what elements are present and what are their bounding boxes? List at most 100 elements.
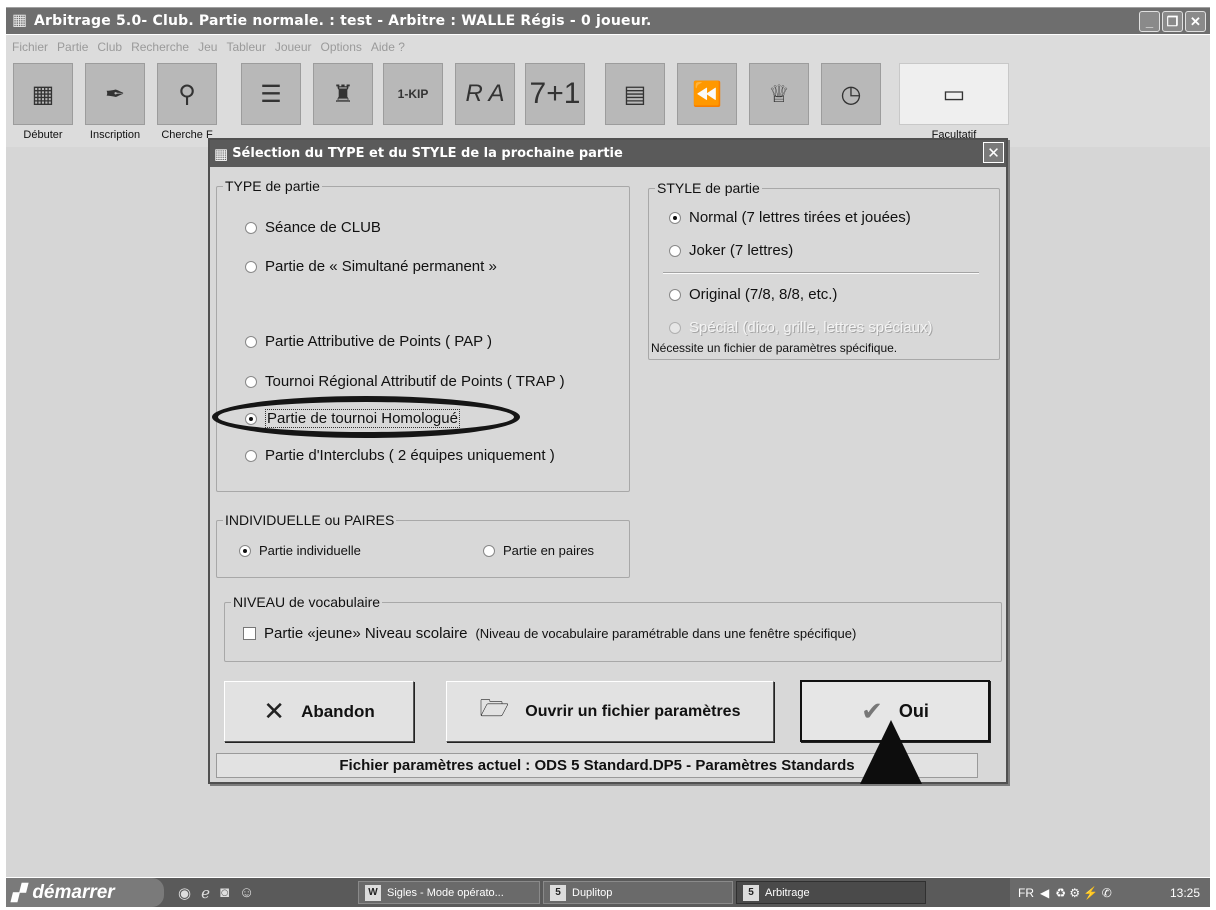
- checkbox-icon: [243, 627, 256, 640]
- radio-label: Partie individuelle: [259, 543, 361, 558]
- open-folder-icon: 🗁: [479, 695, 510, 722]
- checkbox-jeune[interactable]: Partie «jeune» Niveau scolaire (Niveau d…: [243, 625, 856, 642]
- radio-label: Partie Attributive de Points ( PAP ): [265, 333, 493, 350]
- style-group-legend: STYLE de partie: [655, 180, 762, 196]
- tool-debuter[interactable]: ▦ Débuter: [10, 63, 76, 143]
- browser-icon[interactable]: ◉: [178, 884, 191, 902]
- quill-icon: ✒: [85, 63, 145, 125]
- tool-list[interactable]: 1-KIP: [380, 63, 446, 143]
- menu-tableur[interactable]: Tableur: [226, 40, 265, 54]
- radio-trap[interactable]: Tournoi Régional Attributif de Points ( …: [245, 373, 565, 390]
- tool-label: Inscription: [89, 129, 141, 141]
- radio-pap[interactable]: Partie Attributive de Points ( PAP ): [245, 333, 492, 350]
- window-titlebar[interactable]: ▦ Arbitrage 5.0- Club. Partie normale. :…: [6, 7, 1210, 34]
- app-5-icon: 5: [743, 884, 759, 901]
- start-button[interactable]: ▞ démarrer: [6, 878, 164, 907]
- radio-icon: [669, 244, 681, 257]
- mode-group: INDIVIDUELLE ou PAIRES Partie individuel…: [216, 512, 630, 578]
- menu-club[interactable]: Club: [97, 40, 122, 54]
- system-tray: FR ◀ ♻ ⚙ ⚡ ✆ 13:25: [1010, 878, 1210, 907]
- radio-icon: [245, 335, 257, 348]
- menu-joueur[interactable]: Joueur: [275, 40, 312, 54]
- list-icon: 1-KIP: [383, 63, 443, 125]
- menu-partie[interactable]: Partie: [57, 40, 88, 54]
- radio-simultane[interactable]: Partie de « Simultané permanent »: [245, 258, 497, 275]
- radio-label: Normal (7 lettres tirées et jouées): [689, 209, 911, 226]
- type-group: TYPE de partie Séance de CLUB Partie de …: [216, 178, 630, 492]
- radio-tournoi-homologue[interactable]: Partie de tournoi Homologué: [245, 409, 460, 428]
- type-group-legend: TYPE de partie: [223, 178, 322, 194]
- task-duplitop[interactable]: 5 Duplitop: [543, 881, 733, 904]
- radio-icon: [669, 288, 681, 301]
- tool-dictionary[interactable]: ▤: [602, 63, 668, 143]
- pointer-arrow: [860, 720, 922, 784]
- radio-label: Partie de tournoi Homologué: [265, 409, 460, 428]
- tool-clock[interactable]: ◷: [818, 63, 884, 143]
- radio-icon: [669, 211, 681, 224]
- tool-inscription[interactable]: ✒ Inscription: [82, 63, 148, 143]
- radio-label: Partie d'Interclubs ( 2 équipes uniqueme…: [265, 447, 555, 464]
- dialog-titlebar[interactable]: ▦ Sélection du TYPE et du STYLE de la pr…: [210, 140, 1006, 167]
- radio-label: Partie de « Simultané permanent »: [265, 258, 497, 275]
- radio-paires[interactable]: Partie en paires: [483, 543, 594, 558]
- radio-individuelle[interactable]: Partie individuelle: [239, 543, 361, 558]
- oui-label: Oui: [898, 700, 929, 721]
- tool-plus-one[interactable]: 7+1: [522, 63, 588, 143]
- close-icon[interactable]: ✕: [983, 142, 1004, 163]
- menu-recherche[interactable]: Recherche: [131, 40, 189, 54]
- window-title: Arbitrage 5.0- Club. Partie normale. : t…: [34, 13, 652, 29]
- tool-letters[interactable]: R A: [452, 63, 518, 143]
- tool-facultatif[interactable]: ▭ Facultatif: [896, 63, 1012, 143]
- tool-trophy[interactable]: ♕: [746, 63, 812, 143]
- cross-icon: ✕: [263, 696, 286, 726]
- open-params-button[interactable]: 🗁 Ouvrir un fichier paramètres: [446, 681, 774, 742]
- close-window-button[interactable]: ✕: [1185, 11, 1206, 32]
- task-arbitrage[interactable]: 5 Arbitrage: [736, 881, 926, 904]
- tool-bag[interactable]: ♜: [310, 63, 376, 143]
- language-indicator[interactable]: FR: [1018, 886, 1034, 900]
- radio-normal[interactable]: Normal (7 lettres tirées et jouées): [669, 209, 911, 226]
- radio-original[interactable]: Original (7/8, 8/8, etc.): [669, 286, 837, 303]
- radio-label: Partie en paires: [503, 543, 595, 558]
- menu-aide[interactable]: Aide ?: [371, 40, 405, 54]
- messenger-icon[interactable]: ☺: [239, 884, 254, 902]
- task-label: Duplitop: [572, 886, 613, 899]
- start-label: démarrer: [32, 881, 115, 903]
- tool-label: Débuter: [23, 129, 63, 141]
- tool-cherche[interactable]: ⚲ Cherche F: [154, 63, 220, 143]
- divider: [663, 272, 979, 274]
- type-style-dialog: ▦ Sélection du TYPE et du STYLE de la pr…: [208, 138, 1008, 784]
- radio-interclubs[interactable]: Partie d'Interclubs ( 2 équipes uniqueme…: [245, 447, 555, 464]
- task-sigles[interactable]: W Sigles - Mode opérato...: [358, 881, 540, 904]
- radio-seance-club[interactable]: Séance de CLUB: [245, 219, 381, 236]
- dictionary-icon: ▤: [605, 63, 665, 125]
- bag-icon: ♜: [313, 63, 373, 125]
- tool-rewind[interactable]: ⏪: [674, 63, 740, 143]
- menu-fichier[interactable]: Fichier: [12, 40, 48, 54]
- menu-jeu[interactable]: Jeu: [198, 40, 217, 54]
- media-icon[interactable]: ◙: [220, 884, 229, 902]
- radio-label: Original (7/8, 8/8, etc.): [689, 286, 838, 303]
- taskbar: ▞ démarrer ◉ ℯ ◙ ☺ W Sigles - Mode opéra…: [6, 878, 1210, 907]
- radio-icon: [245, 449, 257, 462]
- windows-flag-icon: ▞: [12, 884, 25, 902]
- radio-joker[interactable]: Joker (7 lettres): [669, 242, 793, 259]
- trophy-icon: ♕: [749, 63, 809, 125]
- clock-icon: ◷: [821, 63, 881, 125]
- tool-document[interactable]: ☰: [238, 63, 304, 143]
- restore-button[interactable]: ❐: [1162, 11, 1183, 32]
- menu-options[interactable]: Options: [321, 40, 362, 54]
- radio-special: Spécial (dico, grille, lettres spéciaux): [669, 319, 932, 336]
- rewind-icon: ⏪: [677, 63, 737, 125]
- abandon-button[interactable]: ✕ Abandon: [224, 681, 414, 742]
- magnifier-icon: ⚲: [157, 63, 217, 125]
- radio-icon: [245, 260, 257, 273]
- ie-icon[interactable]: ℯ: [201, 884, 210, 902]
- radio-label: Tournoi Régional Attributif de Points ( …: [265, 373, 565, 390]
- tray-arrow-icon[interactable]: ◀: [1040, 886, 1049, 900]
- radio-icon: [669, 321, 681, 334]
- level-group: NIVEAU de vocabulaire Partie «jeune» Niv…: [224, 594, 1002, 662]
- mode-group-legend: INDIVIDUELLE ou PAIRES: [223, 512, 397, 528]
- radio-icon: [245, 375, 257, 388]
- minimize-button[interactable]: _: [1139, 11, 1160, 32]
